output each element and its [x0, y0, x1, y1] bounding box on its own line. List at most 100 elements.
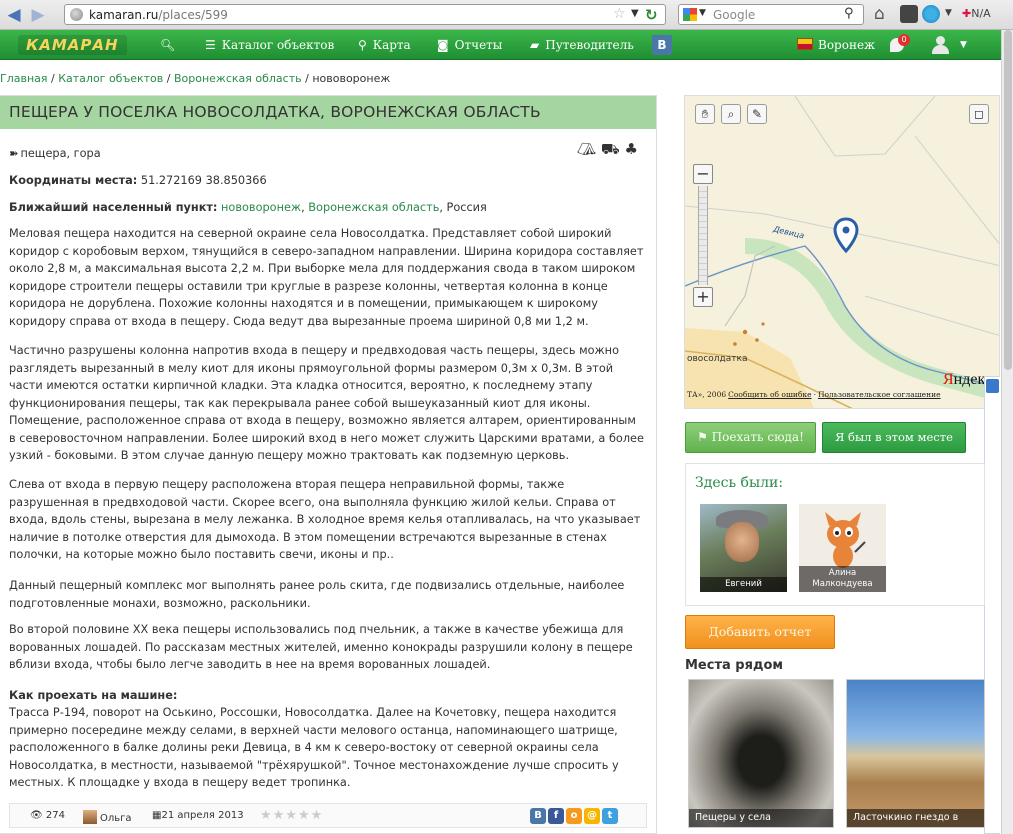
vk-share-button[interactable]: B	[530, 808, 546, 824]
nearest-town: Ближайший населенный пункт: нововоронеж,…	[9, 201, 487, 214]
fullscreen-icon[interactable]: ◻	[969, 104, 989, 124]
share-buttons: Bf o @ t	[530, 808, 620, 824]
chevron-down-icon[interactable]: ▼	[699, 8, 706, 18]
notification-count-badge: 0	[898, 34, 910, 46]
nav-map[interactable]: ⚲ Карта	[358, 30, 411, 60]
town-label: овосолдатка	[687, 354, 748, 364]
tag-icon: ➽	[9, 147, 19, 160]
binoculars-icon[interactable]: ⚲	[844, 6, 854, 21]
visitor-name: Алина Малкондуева	[799, 566, 886, 592]
description-paragraph: Слева от входа в первую пещеру расположе…	[9, 478, 641, 561]
flag-icon: ⚑	[697, 430, 712, 444]
addon-status[interactable]: ✚N/A	[962, 7, 991, 20]
breadcrumb: Главная / Каталог объектов / Воронежская…	[0, 72, 391, 85]
place-tags: ➽ пещера, гора	[9, 147, 101, 160]
nearest-town-link[interactable]: нововоронеж	[221, 201, 301, 214]
visitor-card[interactable]: Евгений	[700, 504, 787, 592]
nearby-title: Места рядом	[685, 658, 784, 673]
scrollbar-thumb[interactable]	[1004, 30, 1012, 370]
side-panel-tab	[984, 376, 1000, 834]
nearby-place-card[interactable]: Ласточкино гнездо в	[846, 679, 985, 828]
city-flag-icon	[797, 38, 813, 50]
zoom-slider[interactable]	[698, 186, 708, 285]
chevron-down-icon[interactable]: ▼	[960, 30, 967, 60]
user-menu-button[interactable]	[930, 35, 952, 55]
nav-reports[interactable]: ◙ Отчеты	[437, 30, 502, 60]
hand-tool-icon[interactable]: ✋︎	[695, 104, 715, 124]
coordinates: Координаты места: 51.272169 38.850366	[9, 174, 267, 187]
go-there-button[interactable]: ⚑ Поехать сюда!	[685, 422, 816, 453]
breadcrumb-home[interactable]: Главная	[0, 72, 48, 85]
zoom-out-button[interactable]: −	[693, 164, 713, 184]
panel-toggle-icon[interactable]	[986, 379, 999, 393]
home-icon[interactable]: ⌂	[874, 5, 892, 23]
address-bar[interactable]: kamaran.ru/places/599 ☆ ▼ ↻	[64, 4, 666, 25]
breadcrumb-region[interactable]: Воронежская область	[174, 72, 302, 85]
sync-icon[interactable]	[922, 5, 940, 23]
tree-icon: ♣	[624, 140, 638, 158]
eye-icon: 👁︎	[30, 810, 43, 821]
magnifier-tool-icon[interactable]: ⌕	[721, 104, 741, 124]
chevron-down-icon[interactable]: ▼	[945, 8, 952, 18]
zoom-in-button[interactable]: +	[693, 287, 713, 307]
search-icon[interactable]: 🔍︎	[160, 30, 176, 60]
author[interactable]: Ольга	[83, 810, 132, 824]
download-icon[interactable]	[900, 5, 918, 23]
page-scrollbar[interactable]	[1001, 30, 1013, 834]
site-logo[interactable]: КАМАРАН	[18, 35, 127, 55]
facebook-share-button[interactable]: f	[548, 808, 564, 824]
notifications-button[interactable]: 0	[890, 34, 910, 54]
truck-icon: ⛟	[600, 140, 620, 158]
visitor-card[interactable]: Алина Малкондуева	[799, 504, 886, 592]
user-icon-body	[932, 45, 949, 54]
avatar	[725, 522, 759, 562]
visitor-name: Евгений	[700, 577, 787, 592]
camera-icon: ◙	[437, 38, 449, 52]
vk-button[interactable]: В	[652, 35, 672, 55]
page-title: ПЕЩЕРА У ПОСЕЛКА НОВОСОЛДАТКА, ВОРОНЕЖСК…	[0, 96, 656, 129]
place-type-icons: ⛺︎ ⛟ ♣	[577, 140, 638, 159]
add-report-button[interactable]: Добавить отчет	[685, 615, 835, 649]
directions-heading: Как проехать на машине:	[9, 689, 178, 702]
description-paragraph: Во второй половине XX века пещеры исполь…	[9, 623, 633, 671]
tent-icon: ⛺︎	[577, 140, 597, 158]
bookmark-star-icon[interactable]: ☆	[613, 6, 626, 22]
post-date: ▦21 апреля 2013	[152, 810, 244, 821]
place-footer: 👁︎ 274 Ольга ▦21 апреля 2013 ★★★★★ Bf o @ t	[9, 803, 647, 828]
description-paragraph: Меловая пещера находится на северной окр…	[9, 227, 644, 328]
terms-link[interactable]: Пользовательское соглашение	[818, 390, 941, 399]
rating-stars[interactable]: ★★★★★	[260, 808, 323, 823]
browser-search-input[interactable]: ▼ Google ⚲	[678, 4, 864, 25]
nearby-place-card[interactable]: Пещеры у села	[688, 679, 834, 828]
forward-arrow-icon[interactable]: ▶	[28, 5, 48, 25]
reload-icon[interactable]: ↻	[645, 6, 658, 24]
nav-guide[interactable]: ▰ Путеводитель	[530, 30, 634, 60]
back-arrow-icon[interactable]: ◀	[4, 5, 24, 25]
nav-catalog[interactable]: ☰ Каталог объектов	[205, 30, 334, 60]
twitter-share-button[interactable]: t	[602, 808, 618, 824]
odnoklassniki-share-button[interactable]: o	[566, 808, 582, 824]
directions-text: Трасса Р-194, поворот на Оськино, Россош…	[9, 706, 619, 789]
been-here-button[interactable]: Я был в этом месте	[822, 422, 966, 453]
user-icon	[936, 36, 945, 45]
map-attribution: ТА», 2006 Сообщить об ошибке · Пользователь…	[687, 390, 941, 399]
breadcrumb-current: нововоронеж	[312, 72, 391, 85]
map-marker-icon: ⚲	[358, 38, 367, 52]
city-selector[interactable]: Воронеж	[797, 30, 875, 60]
nearby-place-name: Пещеры у села	[689, 809, 833, 827]
browser-toolbar: ◀ ▶ kamaran.ru/places/599 ☆ ▼ ↻ ▼ Google…	[0, 0, 1013, 30]
description-paragraph: Данный пещерный комплекс мог выполнять р…	[9, 579, 625, 610]
report-error-link[interactable]: Сообщить об ошибке	[728, 390, 811, 399]
chevron-down-icon[interactable]: ▼	[631, 8, 639, 19]
mail-share-button[interactable]: @	[584, 808, 600, 824]
view-count: 👁︎ 274	[30, 810, 65, 821]
globe-icon	[70, 8, 83, 21]
google-icon	[683, 8, 697, 21]
breadcrumb-catalog[interactable]: Каталог объектов	[58, 72, 163, 85]
ruler-tool-icon[interactable]: ✎	[747, 104, 767, 124]
book-icon: ▰	[530, 38, 540, 52]
map-pin-icon[interactable]	[833, 217, 859, 255]
visitors-panel: Здесь были: Евгений Алина Малкондуева	[685, 463, 985, 606]
nearest-region-link[interactable]: Воронежская область	[308, 201, 439, 214]
map[interactable]: ✋︎ ⌕ ✎ ◻ − + Девица овосолдатка Яндекс Т…	[684, 95, 1000, 409]
